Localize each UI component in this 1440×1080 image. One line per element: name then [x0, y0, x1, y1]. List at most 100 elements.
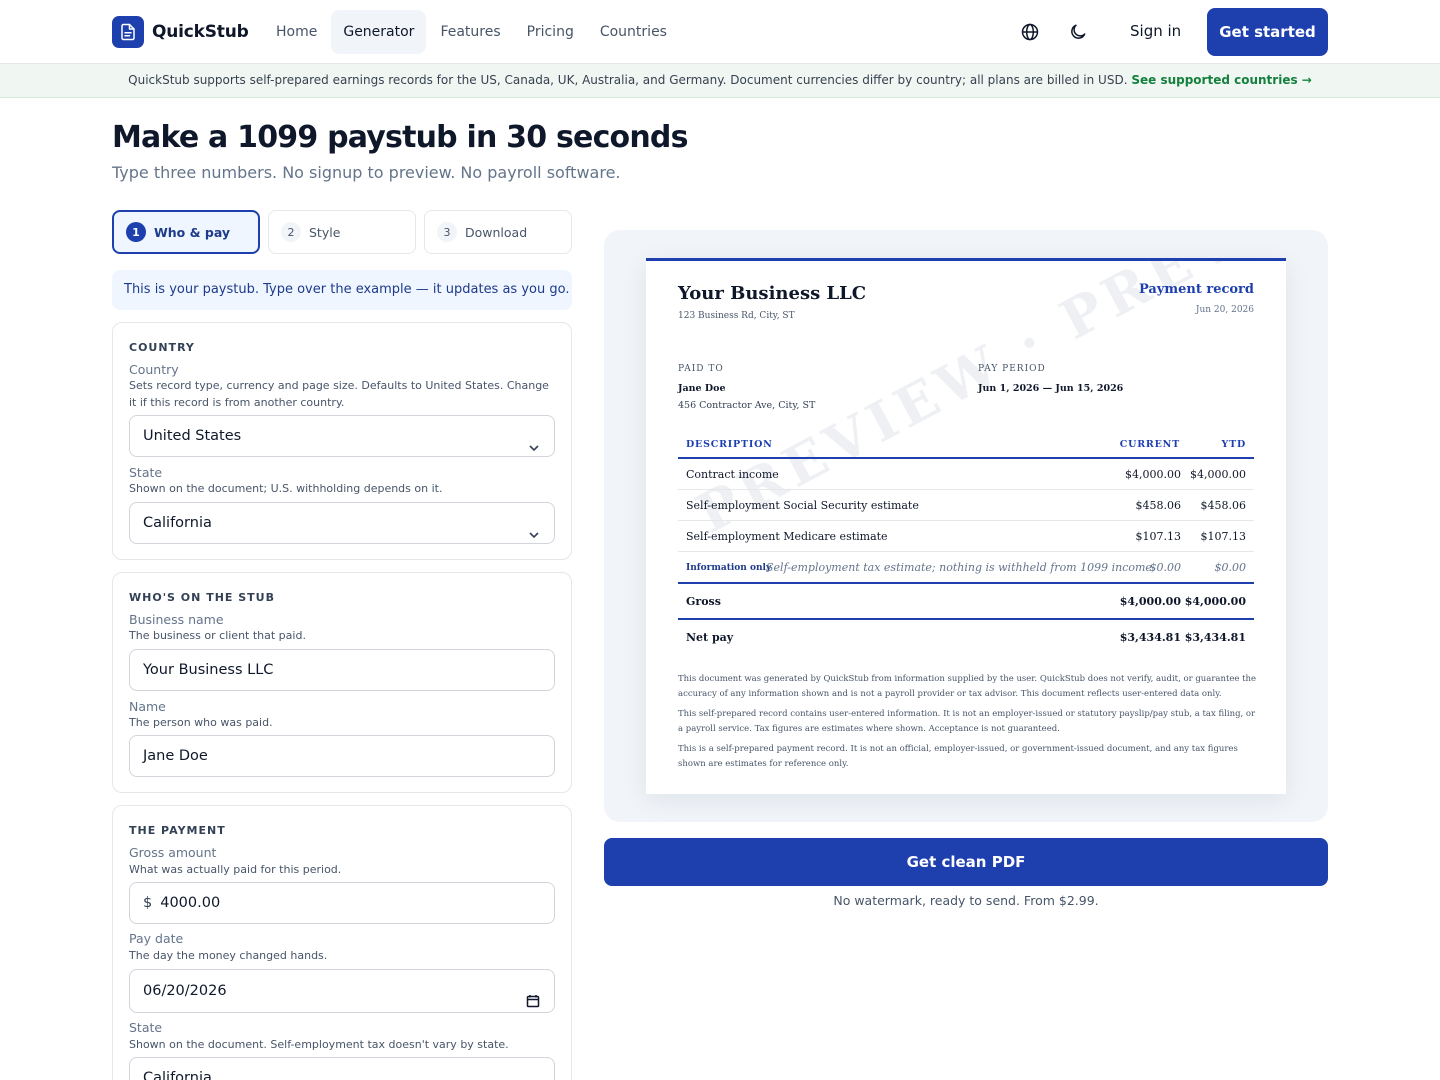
nav-pricing[interactable]: Pricing	[515, 10, 586, 54]
business-name-input[interactable]: Your Business LLC	[129, 649, 555, 691]
row-ytd: $107.13	[1200, 530, 1247, 543]
net-rule	[678, 618, 1254, 620]
gross-amount-value: 4000.00	[160, 895, 221, 911]
business-description: The business or client that paid.	[129, 629, 306, 642]
col-current: CURRENT	[1119, 439, 1180, 450]
step-number: 3	[437, 222, 457, 242]
brand-logo[interactable]: QuickStub	[112, 16, 249, 48]
paystub-document: PREVIEW · PREVIEW Your Business LLC 123 …	[646, 258, 1286, 794]
step-label: Style	[309, 224, 341, 240]
top-header: QuickStub Home Generator Features Pricin…	[0, 0, 1440, 64]
net-ytd: $3,434.81	[1184, 631, 1246, 644]
table-row: Self-employment Medicare estimate $107.1…	[678, 521, 1254, 552]
main-nav: Home Generator Features Pricing Countrie…	[264, 10, 679, 54]
step-label: Download	[465, 224, 528, 240]
nav-features[interactable]: Features	[428, 10, 512, 54]
name-description: The person who was paid.	[129, 716, 273, 729]
row-current: $4,000.00	[1125, 468, 1181, 481]
nav-generator[interactable]: Generator	[331, 10, 427, 54]
paystub-preview-panel: PREVIEW · PREVIEW Your Business LLC 123 …	[604, 230, 1328, 822]
row-current: $107.13	[1135, 530, 1182, 543]
row-desc: Self-employment Medicare estimate	[686, 530, 888, 543]
info-desc: Self-employment tax estimate; nothing is…	[766, 561, 1156, 574]
page-subtitle: Type three numbers. No signup to preview…	[112, 163, 621, 182]
gross-rule	[678, 582, 1254, 584]
banner-text: QuickStub supports self-prepared earning…	[128, 73, 1128, 87]
table-row: Self-employment Social Security estimate…	[678, 490, 1254, 521]
doc-payee: Jane Doe	[678, 383, 726, 394]
disclaimer-text: This is a self-prepared payment record. …	[678, 744, 1238, 769]
get-clean-pdf-button[interactable]: Get clean PDF	[604, 838, 1328, 886]
get-started-button[interactable]: Get started	[1207, 8, 1328, 56]
row-ytd: $458.06	[1200, 499, 1247, 512]
doc-business-address: 123 Business Rd, City, ST	[678, 311, 795, 321]
state-select[interactable]: California	[129, 502, 555, 544]
nav-countries[interactable]: Countries	[588, 10, 679, 54]
doc-payee-address: 456 Contractor Ave, City, ST	[678, 400, 816, 411]
info-tag: Information only	[686, 563, 772, 573]
currency-symbol: $	[143, 895, 153, 911]
net-pay-row: Net pay $3,434.81 $3,434.81	[678, 622, 1254, 653]
country-description: Sets record type, currency and page size…	[129, 379, 549, 409]
state-value: California	[143, 515, 212, 531]
doc-record-title: Payment record	[1138, 282, 1254, 297]
step-who-and-pay[interactable]: 1 Who & pay	[112, 210, 260, 254]
row-desc: Contract income	[686, 468, 779, 481]
moon-icon[interactable]	[1064, 18, 1092, 46]
section-title: WHO'S ON THE STUB	[129, 591, 275, 604]
globe-icon[interactable]	[1016, 18, 1044, 46]
step-number: 2	[281, 222, 301, 242]
doc-paid-to-label: PAID TO	[678, 364, 724, 374]
payee-name-value: Jane Doe	[143, 748, 208, 764]
row-desc: Self-employment Social Security estimate	[686, 499, 919, 512]
pay-date-description: The day the money changed hands.	[129, 949, 328, 962]
doc-record-date: Jun 20, 2026	[1195, 305, 1254, 315]
country-select[interactable]: United States	[129, 415, 555, 457]
net-label: Net pay	[686, 631, 734, 644]
pay-date-input[interactable]: 06/20/2026	[129, 969, 555, 1013]
calendar-icon[interactable]	[526, 983, 540, 1025]
info-banner: QuickStub supports self-prepared earning…	[0, 64, 1440, 98]
pay-date-value: 06/20/2026	[143, 983, 227, 999]
country-card: COUNTRY Country Sets record type, curren…	[112, 322, 572, 560]
payment-state-label: State	[129, 1020, 163, 1035]
state-label: State	[129, 465, 163, 480]
payment-card: THE PAYMENT Gross amount What was actual…	[112, 805, 572, 1080]
gross-current: $4,000.00	[1119, 595, 1181, 608]
business-label: Business name	[129, 612, 224, 627]
section-title: COUNTRY	[129, 341, 195, 354]
business-name-value: Your Business LLC	[143, 662, 274, 678]
country-label: Country	[129, 362, 179, 377]
payment-state-select[interactable]: California	[129, 1057, 555, 1080]
step-download[interactable]: 3 Download	[424, 210, 572, 254]
brand-name: QuickStub	[152, 22, 249, 42]
state-description: Shown on the document; U.S. withholding …	[129, 482, 443, 495]
info-row: Information only Self-employment tax est…	[678, 552, 1254, 583]
who-card: WHO'S ON THE STUB Business name The busi…	[112, 572, 572, 793]
section-title: THE PAYMENT	[129, 824, 226, 837]
payee-name-input[interactable]: Jane Doe	[129, 735, 555, 777]
chevron-down-icon	[528, 517, 540, 557]
gross-ytd: $4,000.00	[1184, 595, 1246, 608]
pay-date-label: Pay date	[129, 931, 184, 946]
step-label: Who & pay	[154, 224, 231, 240]
name-label: Name	[129, 699, 166, 714]
gross-row: Gross $4,000.00 $4,000.00	[678, 586, 1254, 617]
doc-business-name: Your Business LLC	[678, 283, 867, 304]
supported-countries-link[interactable]: See supported countries →	[1131, 73, 1312, 87]
step-style[interactable]: 2 Style	[268, 210, 416, 254]
step-number: 1	[126, 222, 146, 242]
info-ytd: $0.00	[1214, 561, 1247, 574]
doc-period: Jun 1, 2026 — Jun 15, 2026	[978, 383, 1124, 394]
sign-in-link[interactable]: Sign in	[1118, 20, 1193, 42]
payment-state-value: California	[143, 1070, 212, 1080]
gross-amount-input[interactable]: $4000.00	[129, 882, 555, 924]
gross-label: Gross amount	[129, 845, 217, 860]
doc-period-label: PAY PERIOD	[978, 364, 1046, 374]
editing-hint: This is your paystub. Type over the exam…	[112, 270, 572, 310]
nav-home[interactable]: Home	[264, 10, 329, 54]
disclaimer-text: This self-prepared record contains user-…	[678, 709, 1256, 734]
step-tabs: 1 Who & pay 2 Style 3 Download	[112, 210, 572, 254]
net-current: $3,434.81	[1119, 631, 1181, 644]
disclaimer-text: This document was generated by QuickStub…	[678, 674, 1257, 699]
